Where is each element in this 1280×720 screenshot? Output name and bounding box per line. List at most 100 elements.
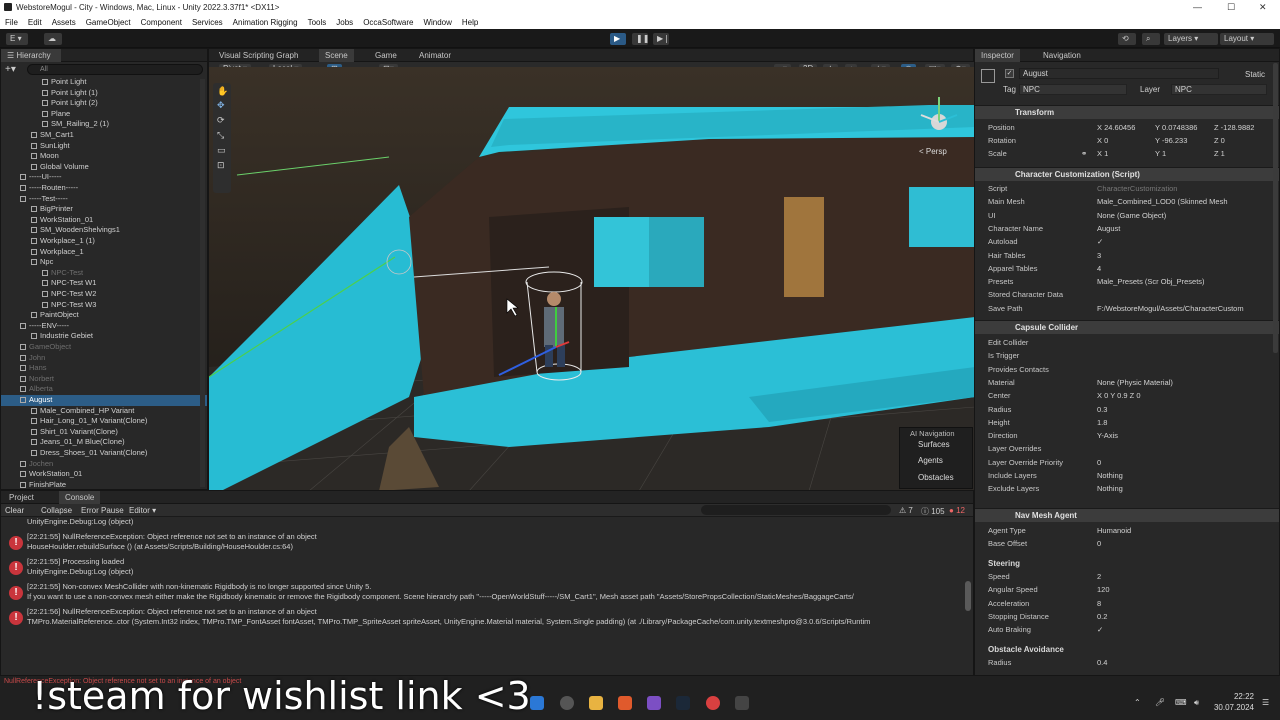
hierarchy-item[interactable]: PaintObject	[1, 310, 207, 321]
menu-item[interactable]: Help	[457, 15, 483, 27]
tray-chevron-icon[interactable]: ⌃	[1134, 698, 1141, 707]
field-value[interactable]: Nothing	[1097, 470, 1123, 482]
tab-console-1[interactable]: Console	[59, 491, 101, 504]
hierarchy-item[interactable]: Alberta	[1, 384, 207, 395]
scale-tool-icon[interactable]: ⤡	[217, 130, 224, 141]
clear-button[interactable]: Clear	[5, 506, 24, 515]
field-value[interactable]: Y-Axis	[1097, 430, 1118, 442]
hierarchy-item[interactable]: -----ENV-----	[1, 321, 207, 332]
unity-taskbar-icon[interactable]	[735, 696, 749, 710]
menu-item[interactable]: GameObject	[81, 15, 136, 27]
hierarchy-item[interactable]: SM_WoodenShelvings1	[1, 225, 207, 236]
hierarchy-item[interactable]: Industrie Gebiet	[1, 331, 207, 342]
field-value[interactable]: None (Game Object)	[1097, 210, 1166, 222]
hierarchy-item[interactable]: Npc	[1, 257, 207, 268]
move-tool-icon[interactable]: ✥	[217, 100, 225, 111]
tab-inspector-1[interactable]: Navigation	[1037, 49, 1087, 62]
field-value[interactable]: Male_Presets (Scr Obj_Presets)	[1097, 276, 1205, 288]
hierarchy-item[interactable]: WorkStation_01	[1, 469, 207, 480]
transform-tool-icon[interactable]: ⊡	[217, 160, 225, 171]
search-taskbar-icon[interactable]	[560, 696, 574, 710]
hierarchy-item[interactable]: Jochen	[1, 459, 207, 470]
ai-nav-agents[interactable]: Agents	[918, 456, 943, 465]
scale-z[interactable]: Z 1	[1214, 148, 1225, 160]
hierarchy-item[interactable]: -----UI-----	[1, 172, 207, 183]
console-line[interactable]: HouseHoulder.rebuildSurface () (at Asset…	[27, 542, 972, 551]
character-customization-header[interactable]: Character Customization (Script)	[975, 167, 1279, 181]
field-value[interactable]: 120	[1097, 584, 1110, 596]
object-name-input[interactable]: August	[1019, 68, 1219, 79]
brave-browser-icon[interactable]	[618, 696, 632, 710]
search-input[interactable]: All	[27, 64, 203, 75]
persp-label[interactable]: < Persp	[919, 147, 947, 156]
hierarchy-item[interactable]: Plane	[1, 109, 207, 120]
console-search-input[interactable]	[701, 505, 891, 515]
field-value[interactable]: Male_Combined_LOD0 (Skinned Mesh	[1097, 196, 1228, 208]
hierarchy-item[interactable]: -----Test-----	[1, 194, 207, 205]
transform-header[interactable]: Transform	[975, 105, 1279, 119]
hierarchy-scrollbar[interactable]	[200, 79, 205, 487]
add-icon[interactable]: +▾	[5, 64, 16, 75]
hierarchy-item[interactable]: WorkStation_01	[1, 215, 207, 226]
link-scale-icon[interactable]: ⚭	[1081, 148, 1087, 160]
hierarchy-item[interactable]: GameObject	[1, 342, 207, 353]
hierarchy-item[interactable]: Male_Combined_HP Variant	[1, 406, 207, 417]
console-line[interactable]: [22:21:55] Processing loaded	[27, 557, 972, 566]
cloud-icon[interactable]: ☁	[44, 33, 62, 45]
rect-tool-icon[interactable]: ▭	[217, 145, 226, 156]
rotate-tool-icon[interactable]: ⟳	[217, 115, 225, 126]
field-value[interactable]: 3	[1097, 250, 1101, 262]
menu-item[interactable]: Window	[418, 15, 456, 27]
hierarchy-item[interactable]: NPC-Test W1	[1, 278, 207, 289]
search-icon[interactable]: ⌕	[1142, 33, 1160, 45]
hierarchy-item[interactable]: SM_Railing_2 (1)	[1, 119, 207, 130]
tab-scene-2[interactable]: Game	[369, 49, 403, 62]
rotation-y[interactable]: Y -96.233	[1155, 135, 1187, 147]
console-line[interactable]: [22:21:55] NullReferenceException: Objec…	[27, 532, 972, 541]
field-value[interactable]: 0.2	[1097, 611, 1107, 623]
menu-item[interactable]: Assets	[47, 15, 81, 27]
error-pause-button[interactable]: Error Pause	[81, 506, 124, 515]
hierarchy-item[interactable]: Norbert	[1, 374, 207, 385]
nav-mesh-agent-header[interactable]: Nav Mesh Agent	[975, 508, 1279, 522]
hierarchy-item[interactable]: Workplace_1 (1)	[1, 236, 207, 247]
field-value[interactable]: X 0 Y 0.9 Z 0	[1097, 390, 1141, 402]
error-count[interactable]: ● 12	[949, 506, 965, 515]
tab-inspector-0[interactable]: Inspector	[975, 49, 1020, 62]
field-value[interactable]: 0.3	[1097, 404, 1107, 416]
tab-hierarchy[interactable]: ☰ Hierarchy	[1, 49, 61, 62]
pause-button[interactable]: ❚❚	[632, 33, 649, 45]
position-x[interactable]: X 24.60456	[1097, 122, 1135, 134]
menu-item[interactable]: Component	[136, 15, 187, 27]
field-value[interactable]: ✓	[1097, 624, 1103, 636]
field-value[interactable]: 0	[1097, 538, 1101, 550]
history-icon[interactable]: ⟲	[1118, 33, 1136, 45]
console-line[interactable]: [22:21:55] Non-convex MeshCollider with …	[27, 582, 972, 591]
layers-dropdown[interactable]: Layers ▾	[1164, 33, 1218, 45]
tab-scene-1[interactable]: Scene	[319, 49, 354, 62]
windows-start-icon[interactable]	[530, 696, 544, 710]
visual-studio-icon[interactable]	[647, 696, 661, 710]
hierarchy-item[interactable]: Jeans_01_M Blue(Clone)	[1, 437, 207, 448]
hierarchy-item[interactable]: Global Volume	[1, 162, 207, 173]
field-value[interactable]: 4	[1097, 263, 1101, 275]
scene-viewport[interactable]: ✋ ✥ ⟳ ⤡ ▭ ⊡ < Persp AI Navigation Surfac…	[209, 67, 975, 491]
field-value[interactable]: 1.8	[1097, 417, 1107, 429]
step-button[interactable]: ▶❘	[653, 33, 670, 45]
clock-date[interactable]: 30.07.2024	[1212, 703, 1254, 712]
hand-tool-icon[interactable]: ✋	[217, 86, 228, 97]
menu-item[interactable]: Services	[187, 15, 228, 27]
hierarchy-item[interactable]: NPC-Test W3	[1, 300, 207, 311]
console-line[interactable]: UnityEngine.Debug:Log (object)	[27, 517, 972, 526]
layer-dropdown[interactable]: NPC	[1171, 84, 1267, 95]
hierarchy-item[interactable]: John	[1, 353, 207, 364]
hierarchy-item[interactable]: Moon	[1, 151, 207, 162]
field-value[interactable]: F:/WebstoreMogul/Assets/CharacterCustom	[1097, 303, 1244, 315]
hierarchy-item[interactable]: Shirt_01 Variant(Clone)	[1, 427, 207, 438]
volume-icon[interactable]: 🔊︎	[1194, 698, 1199, 708]
console-scrollbar[interactable]	[965, 581, 971, 611]
field-value[interactable]: CharacterCustomization	[1097, 183, 1177, 195]
tab-scene-0[interactable]: Visual Scripting Graph	[213, 49, 304, 62]
close-icon[interactable]: ✕	[1259, 2, 1267, 13]
clock-time[interactable]: 22:22	[1228, 692, 1254, 701]
